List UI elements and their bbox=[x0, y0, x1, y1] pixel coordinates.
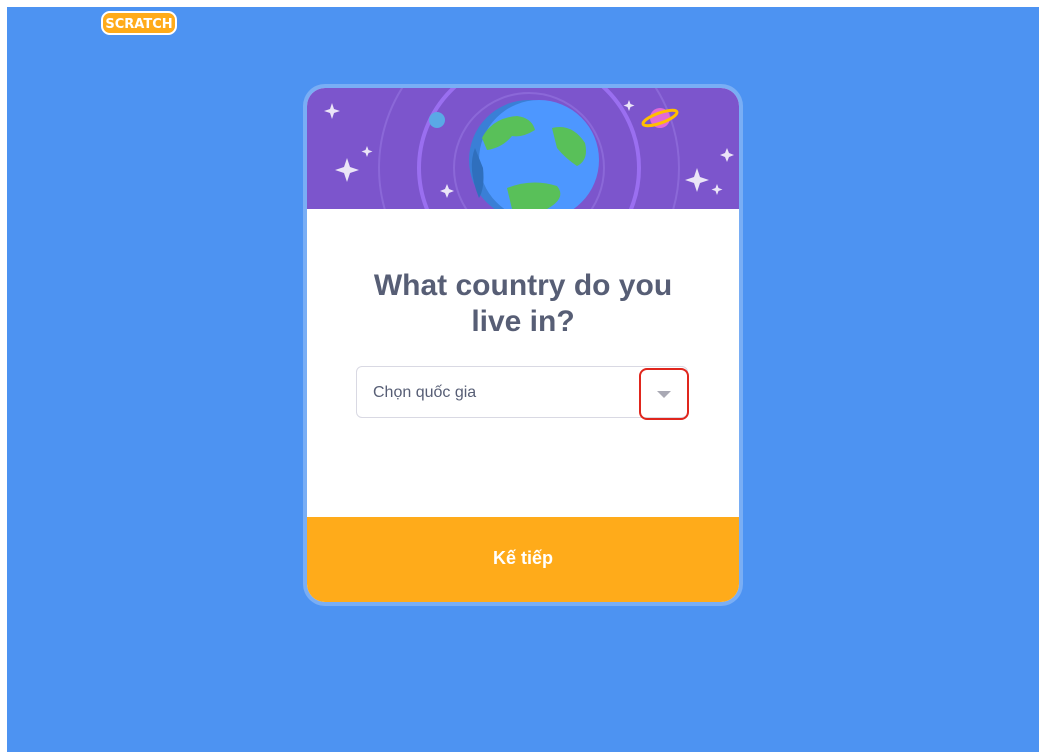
country-select[interactable]: Chọn quốc gia bbox=[356, 366, 689, 420]
svg-text:SCRATCH: SCRATCH bbox=[105, 17, 172, 32]
scratch-logo[interactable]: SCRATCH bbox=[101, 11, 177, 35]
page-background: SCRATCH What country do you live in? Chọ… bbox=[7, 7, 1039, 752]
country-select-placeholder: Chọn quốc gia bbox=[373, 384, 477, 401]
chevron-down-icon bbox=[657, 391, 671, 398]
card-header-illustration bbox=[307, 88, 739, 209]
question-title: What country do you live in? bbox=[373, 269, 673, 338]
next-button[interactable]: Kế tiếp bbox=[307, 517, 739, 602]
onboarding-card: What country do you live in? Chọn quốc g… bbox=[307, 88, 739, 602]
earth-space-illustration bbox=[324, 88, 734, 209]
dropdown-arrow-button[interactable] bbox=[639, 368, 689, 420]
